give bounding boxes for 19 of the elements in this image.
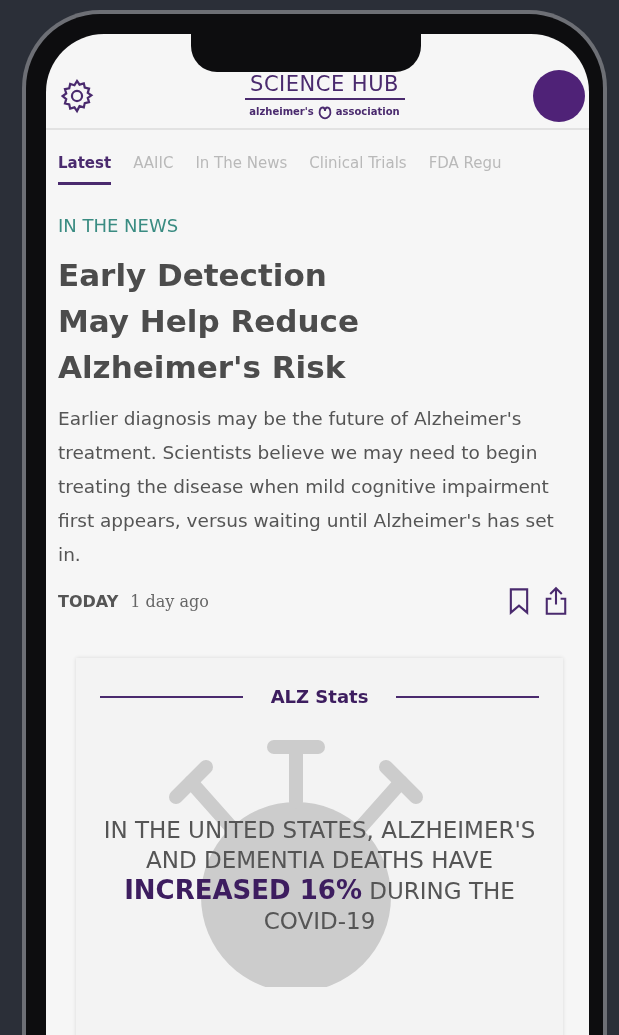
avatar[interactable] bbox=[533, 70, 585, 122]
app-title: SCIENCE HUB bbox=[250, 71, 399, 96]
category-tab[interactable]: In The News bbox=[195, 148, 288, 185]
date-label: TODAY bbox=[58, 591, 119, 611]
share-icon[interactable] bbox=[543, 586, 569, 616]
bookmark-icon[interactable] bbox=[507, 587, 531, 615]
article-category: IN THE NEWS bbox=[58, 215, 180, 236]
article-summary: Earlier diagnosis may be the future of Alzheimer's treatment. Scientists believe we may need to begin treating the disease when mild cognitive impairment first appears, versus waiting until Alzheimer's has set in. bbox=[58, 407, 555, 567]
category-tab[interactable]: Latest bbox=[58, 148, 112, 185]
time-ago: 1 day ago bbox=[130, 591, 209, 611]
settings-icon[interactable] bbox=[58, 77, 96, 115]
brand-name: association bbox=[335, 106, 400, 117]
stats-title: ALZ Stats bbox=[270, 686, 369, 707]
stats-statement: IN THE UNITED STATES, ALZHEIMER'S AND DEMENTIA DEATHS HAVE INCREASED 16% DURING THE COVID-19 bbox=[102, 816, 537, 936]
category-tab[interactable]: FDA Regu bbox=[428, 148, 502, 185]
article-headline[interactable]: Early Detection May Help Reduce Alzheimer's Risk bbox=[58, 252, 398, 390]
category-tab[interactable]: AAIIC bbox=[133, 148, 174, 185]
category-tab[interactable]: Clinical Trials bbox=[309, 148, 407, 185]
brand-name: alzheimer's bbox=[249, 106, 314, 117]
